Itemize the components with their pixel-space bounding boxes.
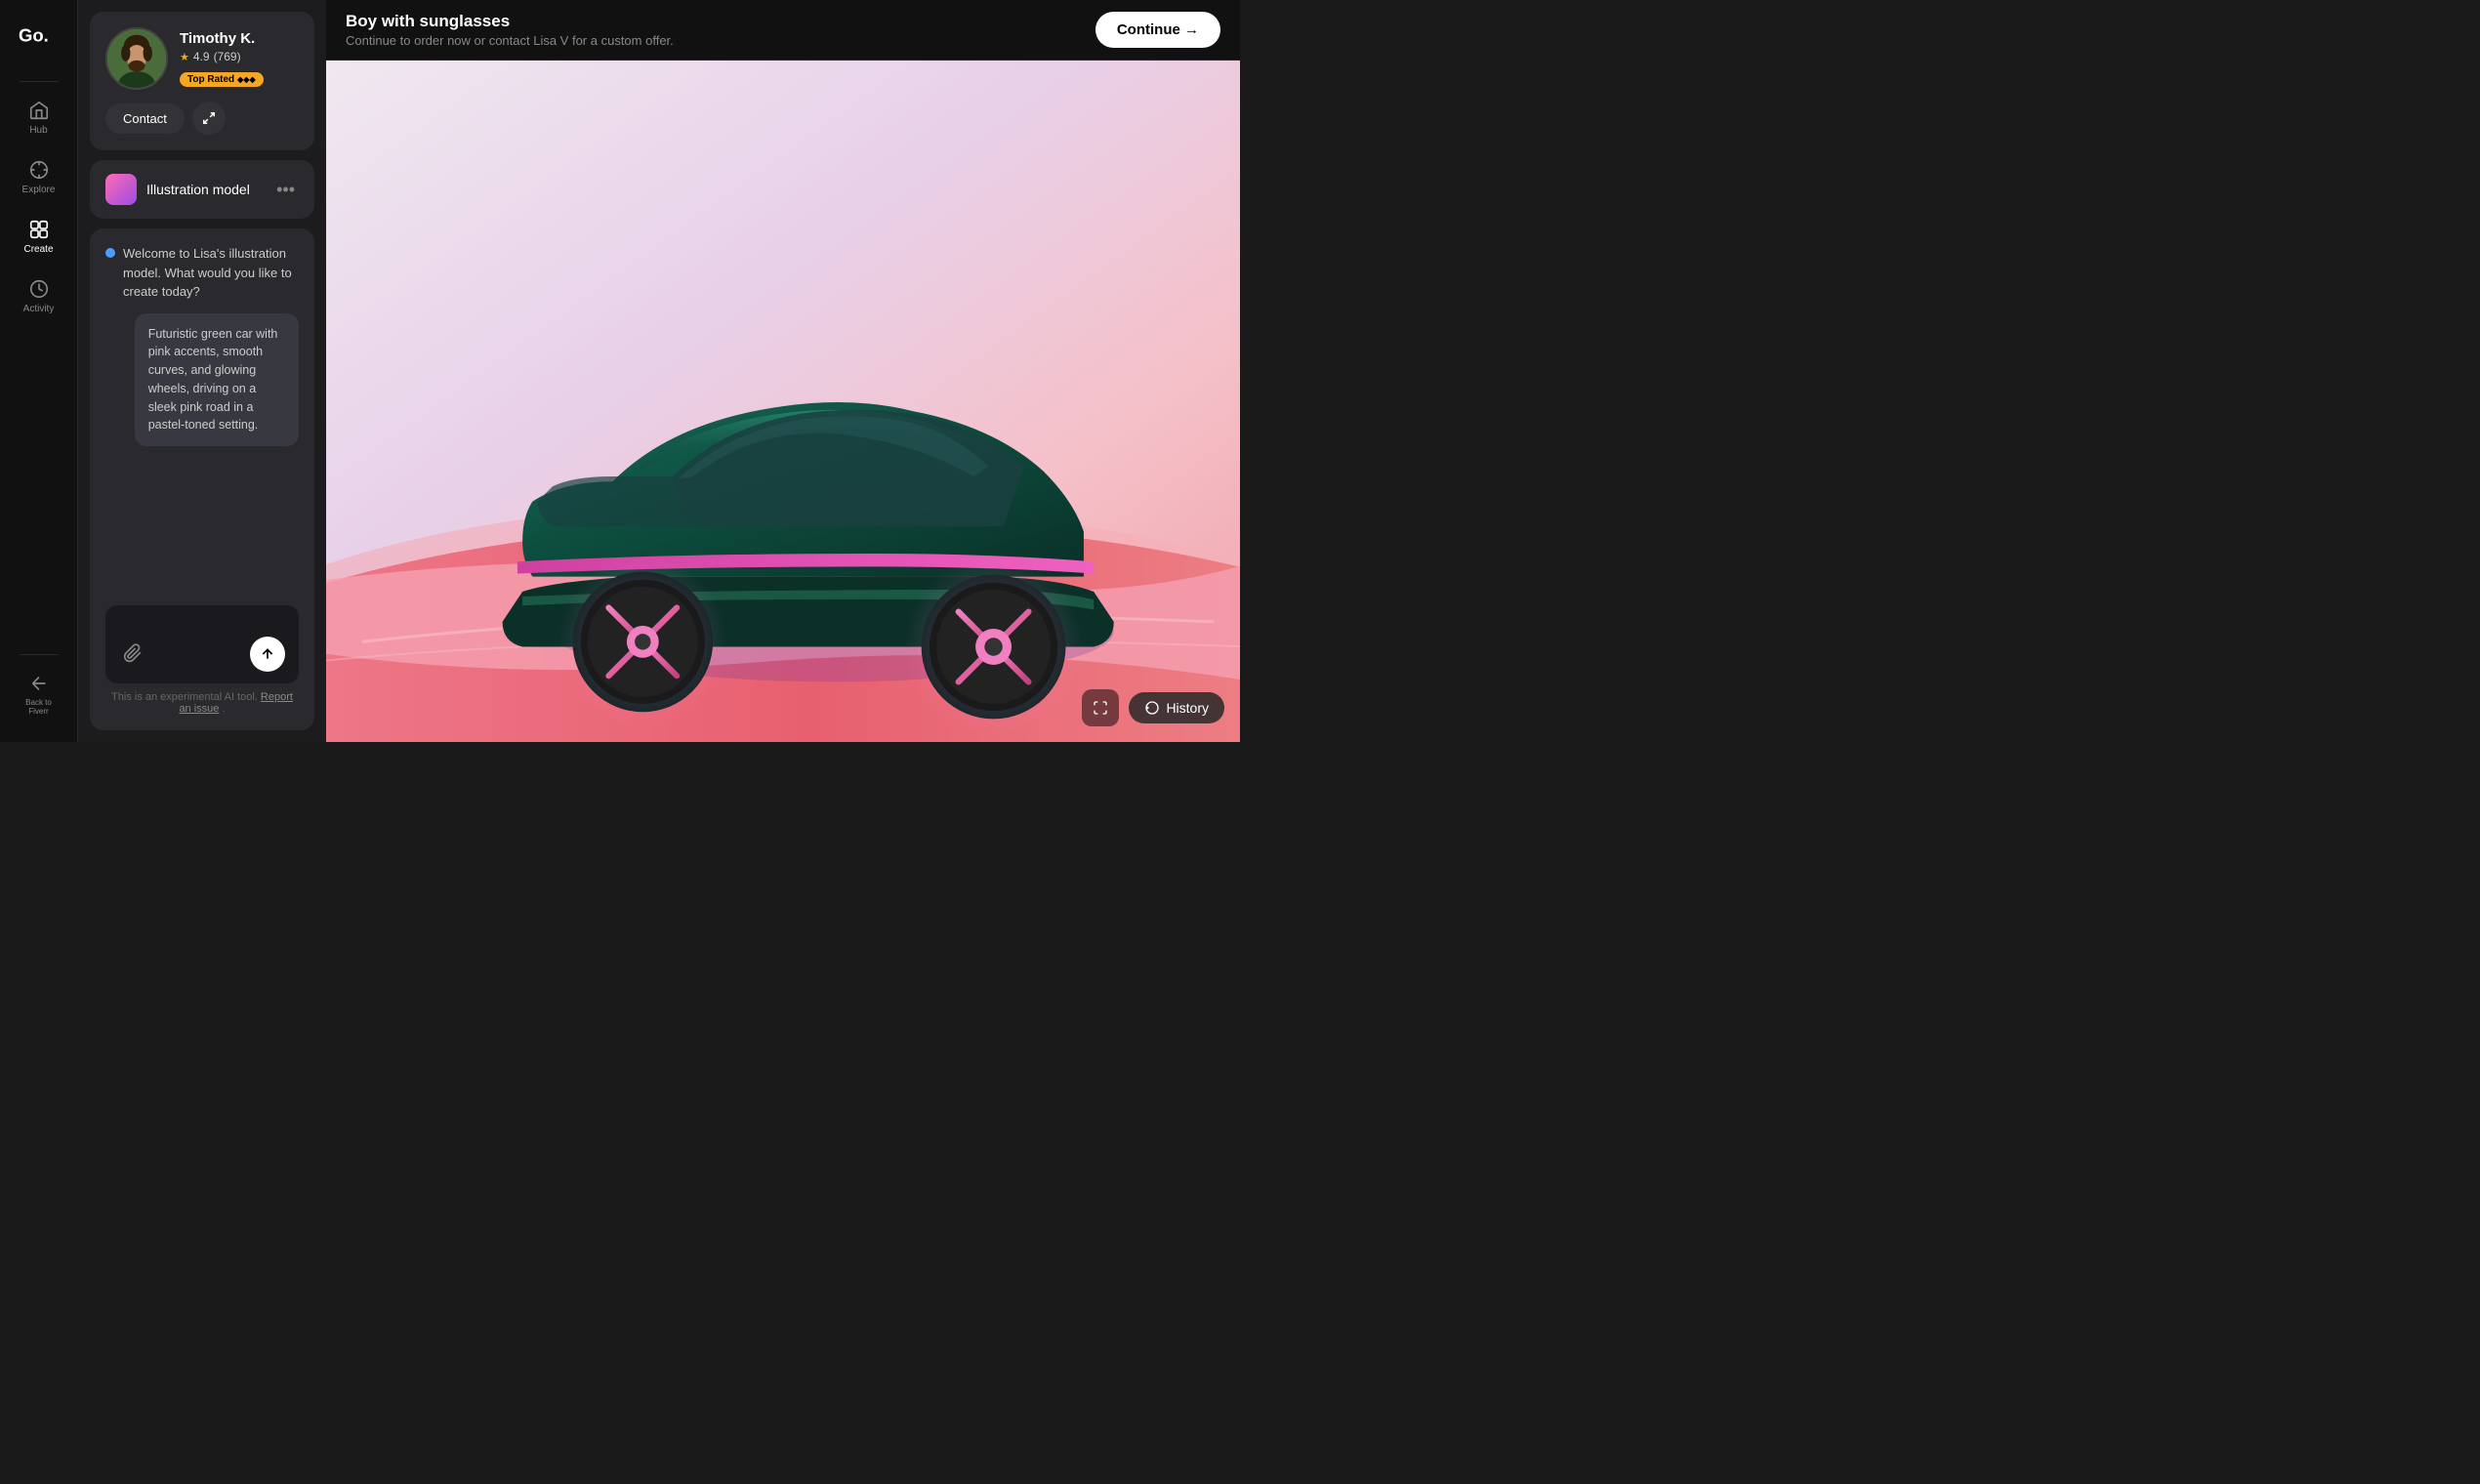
chat-input[interactable] [146, 623, 250, 672]
profile-card: Timothy K. ★ 4.9 (769) Top Rated ◆◆◆ Con… [90, 12, 314, 150]
sidebar-item-back-label: Back to Fiverr [16, 698, 62, 717]
chat-messages: Welcome to Lisa's illustration model. Wh… [105, 244, 299, 596]
sidebar: Go. Hub Explore Create Ac [0, 0, 78, 742]
image-title: Boy with sunglasses [346, 12, 674, 31]
bot-text: Welcome to Lisa's illustration model. Wh… [123, 244, 299, 302]
top-bar: Boy with sunglasses Continue to order no… [326, 0, 1240, 61]
image-area: History [326, 61, 1240, 742]
bot-message: Welcome to Lisa's illustration model. Wh… [105, 244, 299, 302]
chat-card: Welcome to Lisa's illustration model. Wh… [90, 228, 314, 730]
rating-value: 4.9 [193, 50, 210, 63]
sidebar-divider-2 [20, 654, 59, 655]
expand-profile-button[interactable] [192, 102, 226, 135]
profile-name: Timothy K. [180, 30, 299, 47]
model-name: Illustration model [146, 182, 250, 197]
profile-actions: Contact [105, 102, 299, 135]
expand-image-button[interactable] [1082, 689, 1119, 726]
model-icon [105, 174, 137, 205]
sidebar-item-activity-label: Activity [23, 304, 55, 314]
model-info: Illustration model [105, 174, 250, 205]
sidebar-item-hub[interactable]: Hub [8, 90, 70, 145]
bot-indicator [105, 248, 115, 258]
attach-button[interactable] [119, 639, 146, 672]
profile-info: Timothy K. ★ 4.9 (769) Top Rated ◆◆◆ [180, 30, 299, 87]
profile-header: Timothy K. ★ 4.9 (769) Top Rated ◆◆◆ [105, 27, 299, 90]
profile-rating: ★ 4.9 (769) [180, 50, 299, 63]
right-panel: Boy with sunglasses Continue to order no… [326, 0, 1240, 742]
image-controls: History [1082, 689, 1224, 726]
main-content: Timothy K. ★ 4.9 (769) Top Rated ◆◆◆ Con… [78, 0, 1240, 742]
avatar [105, 27, 168, 90]
chat-input-area: This is an experimental AI tool. Report … [105, 605, 299, 715]
model-card: Illustration model ••• [90, 160, 314, 219]
sidebar-divider [20, 81, 59, 82]
disclaimer: This is an experimental AI tool. Report … [105, 691, 299, 715]
sidebar-bottom: Back to Fiverr [8, 650, 70, 726]
chat-input-box [105, 605, 299, 683]
generated-image [326, 61, 1240, 742]
sidebar-item-explore-label: Explore [22, 185, 56, 195]
history-label: History [1166, 700, 1209, 716]
sidebar-item-hub-label: Hub [29, 125, 47, 136]
badge-stars: ◆◆◆ [237, 75, 255, 84]
review-count: (769) [214, 50, 241, 63]
top-rated-badge: Top Rated ◆◆◆ [180, 72, 264, 87]
sidebar-item-activity[interactable]: Activity [8, 268, 70, 324]
contact-button[interactable]: Contact [105, 103, 185, 134]
star-icon: ★ [180, 51, 189, 63]
sidebar-item-explore[interactable]: Explore [8, 149, 70, 205]
sidebar-item-create[interactable]: Create [8, 209, 70, 265]
left-panel: Timothy K. ★ 4.9 (769) Top Rated ◆◆◆ Con… [78, 0, 326, 742]
top-bar-info: Boy with sunglasses Continue to order no… [346, 12, 674, 48]
sidebar-item-back[interactable]: Back to Fiverr [8, 663, 70, 726]
svg-text:Go.: Go. [19, 25, 49, 45]
send-button[interactable] [250, 637, 285, 672]
history-button[interactable]: History [1129, 692, 1224, 723]
user-message: Futuristic green car with pink accents, … [135, 313, 299, 447]
app-logo: Go. [11, 16, 67, 58]
sidebar-item-create-label: Create [23, 244, 53, 255]
model-more-button[interactable]: ••• [272, 176, 299, 204]
continue-button[interactable]: Continue → [1095, 12, 1220, 48]
image-subtitle: Continue to order now or contact Lisa V … [346, 33, 674, 48]
